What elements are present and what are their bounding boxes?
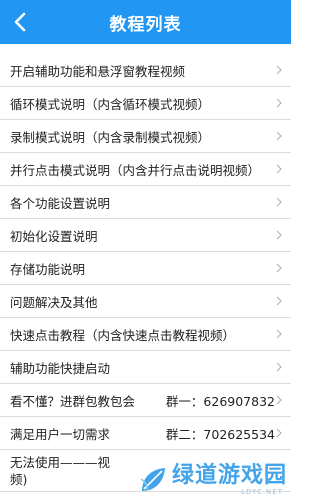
list-item[interactable]: 辅助功能快捷启动	[0, 351, 291, 384]
list-item[interactable]: 问题解决及其他	[0, 285, 291, 318]
list-item[interactable]: 各个功能设置说明	[0, 186, 291, 219]
chevron-right-icon	[275, 263, 283, 273]
chevron-right-icon	[275, 164, 283, 174]
chevron-right-icon	[275, 230, 283, 240]
chevron-right-icon	[275, 98, 283, 108]
list-item[interactable]: 开启辅助功能和悬浮窗教程视频	[0, 54, 291, 87]
chevron-right-icon	[275, 65, 283, 75]
qq-group-number: 群二：702625534	[165, 426, 275, 442]
list-item-label: 无法使用———视频)	[10, 454, 110, 487]
chevron-right-icon	[275, 131, 283, 141]
list-item[interactable]: 录制模式说明（内含录制模式视频）	[0, 120, 291, 153]
list-item-label: 问题解决及其他	[10, 294, 98, 310]
list-item-label: 循环模式说明（内含循环模式视频）	[10, 96, 211, 112]
list-item-label: 各个功能设置说明	[10, 195, 111, 211]
chevron-right-icon	[275, 197, 283, 207]
chevron-right-icon	[275, 329, 283, 339]
list-item-label: 快速点击教程（内含快速点击教程视频）	[10, 327, 236, 343]
qq-group-row[interactable]: 满足用户一切需求 群二：702625534	[0, 417, 291, 450]
list-item[interactable]: 存储功能说明	[0, 252, 291, 285]
list-item-label: 并行点击模式说明（内含并行点击说明视频）	[10, 162, 261, 178]
watermark-subtext: LDYC.NET	[241, 488, 283, 496]
list-item-label: 录制模式说明（内含录制模式视频）	[10, 129, 211, 145]
list-item[interactable]: 快速点击教程（内含快速点击教程视频）	[0, 318, 291, 351]
list-item-label: 存储功能说明	[10, 261, 86, 277]
tutorial-list: 开启辅助功能和悬浮窗教程视频 循环模式说明（内含循环模式视频） 录制模式说明（内…	[0, 54, 291, 492]
list-item[interactable]: 循环模式说明（内含循环模式视频）	[0, 87, 291, 120]
list-item-label: 辅助功能快捷启动	[10, 360, 111, 376]
list-item[interactable]: 初始化设置说明	[0, 219, 291, 252]
leaf-logo-icon	[140, 468, 165, 492]
top-app-bar: 教程列表	[0, 0, 291, 44]
chevron-right-icon	[275, 395, 283, 405]
list-item-label: 初始化设置说明	[10, 228, 98, 244]
chevron-right-icon	[275, 362, 283, 372]
chevron-right-icon	[275, 296, 283, 306]
site-watermark: 绿道游戏园 LDYC.NET	[138, 464, 287, 496]
chevron-left-icon	[14, 12, 26, 32]
qq-group-row[interactable]: 看不懂？进群包教包会 群一：626907832	[0, 384, 291, 417]
watermark-text: 绿道游戏园	[171, 463, 287, 488]
list-item-label: 看不懂？进群包教包会	[10, 393, 136, 409]
qq-group-number: 群一：626907832	[165, 393, 275, 409]
chevron-right-icon	[275, 428, 283, 438]
list-item-label: 开启辅助功能和悬浮窗教程视频	[10, 63, 186, 79]
list-item-label: 满足用户一切需求	[10, 426, 111, 442]
page-title: 教程列表	[109, 14, 182, 35]
list-item[interactable]: 并行点击模式说明（内含并行点击说明视频）	[0, 153, 291, 186]
back-button[interactable]	[6, 0, 34, 44]
